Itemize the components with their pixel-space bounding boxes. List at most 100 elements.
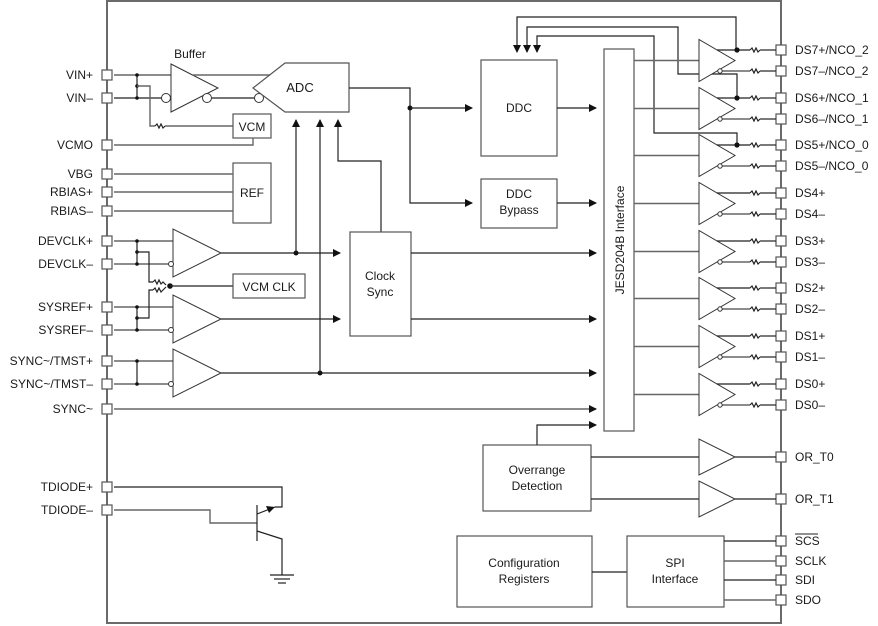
ds-driver (634, 372, 776, 417)
resistor-icon (749, 284, 761, 292)
pin-pad (775, 282, 787, 294)
ds-driver (634, 38, 776, 83)
right-pin: DS7–/NCO_2 (775, 64, 869, 78)
serdes-drivers (634, 38, 776, 417)
pin-pad (101, 504, 113, 516)
pin-label: DS6+/NCO_1 (795, 91, 869, 105)
pin-pad (775, 535, 787, 547)
pin-label: DS0– (795, 398, 825, 412)
left-pin: DEVCLK+ (38, 234, 113, 248)
right-pin: OR_T0 (775, 450, 834, 464)
pin-label: OR_T1 (795, 492, 834, 506)
pin-pad (775, 208, 787, 220)
pin-label: DS0+ (795, 377, 825, 391)
right-pin: DS5+/NCO_0 (775, 138, 869, 152)
pin-label: SDI (795, 573, 815, 587)
pin-label: SYSREF– (38, 323, 93, 337)
pin-label: DS1– (795, 350, 825, 364)
left-pin: RBIAS+ (50, 185, 113, 199)
ds-driver (634, 276, 776, 321)
pin-label: RBIAS+ (50, 185, 93, 199)
buffer-amplifier (170, 63, 220, 113)
pin-pad (775, 303, 787, 315)
driver-amplifier (698, 372, 736, 417)
pin-pad (775, 574, 787, 586)
left-pin: SYSREF– (38, 323, 113, 337)
or-t0-driver (698, 438, 737, 476)
resistor-icon (749, 353, 761, 361)
pin-label: SYSREF+ (38, 300, 93, 314)
right-pin: DS6+/NCO_1 (775, 91, 869, 105)
left-pin: SYNC~/TMST+ (10, 354, 113, 368)
pin-pad (775, 594, 787, 606)
clock-sync-label-2: Sync (367, 285, 394, 299)
pin-label: VIN– (66, 91, 93, 105)
ds-driver (634, 324, 776, 369)
pin-label: DS3+ (795, 234, 825, 248)
resistor-icon (154, 122, 166, 130)
left-pin: SYNC~/TMST– (10, 377, 113, 391)
right-pin: DS5–/NCO_0 (775, 159, 869, 173)
right-pin: DS0+ (775, 377, 825, 391)
pin-pad (775, 187, 787, 199)
vcm-clk-label: VCM CLK (242, 280, 295, 294)
resistor-icon (749, 237, 761, 245)
left-pin: RBIAS– (50, 204, 113, 218)
resistor-icon (749, 380, 761, 388)
pin-label: OR_T0 (795, 450, 834, 464)
left-pin: SYSREF+ (38, 300, 113, 314)
driver-amplifier (698, 133, 736, 178)
right-pin: DS7+/NCO_2 (775, 43, 869, 57)
pin-label: SYNC~/TMST+ (10, 354, 93, 368)
pin-label: DEVCLK+ (38, 234, 93, 248)
analog-input-section: Buffer ADC VCM REF (114, 47, 350, 224)
right-pin: DS2– (775, 302, 825, 316)
pin-pad (775, 555, 787, 567)
resistor-icon (749, 46, 761, 54)
left-pin: DEVCLK– (38, 257, 113, 271)
resistor-icon (749, 141, 761, 149)
vcm-label: VCM (239, 120, 266, 134)
driver-amplifier (698, 229, 736, 274)
left-pin: VIN+ (66, 68, 113, 82)
pin-label: VBG (68, 167, 93, 181)
driver-amplifier (698, 276, 736, 321)
left-pin: VIN– (66, 91, 113, 105)
right-pin: DS4– (775, 207, 825, 221)
clock-sync-label-1: Clock (365, 269, 396, 283)
pin-pad (101, 168, 113, 180)
left-pin: VBG (68, 167, 113, 181)
pin-pad (775, 493, 787, 505)
right-pin: SDO (775, 593, 821, 607)
pin-label: DS5+/NCO_0 (795, 138, 869, 152)
pin-label: VIN+ (66, 68, 93, 82)
pin-pad (101, 481, 113, 493)
resistor-icon (749, 210, 761, 218)
right-pin: DS3+ (775, 234, 825, 248)
clock-sync-block (349, 231, 412, 337)
right-pin: DS4+ (775, 186, 825, 200)
spi-label-2: Interface (652, 572, 699, 586)
driver-amplifier (698, 38, 736, 83)
pin-pad (775, 139, 787, 151)
ddc-label: DDC (506, 101, 532, 115)
pin-label: DS7+/NCO_2 (795, 43, 869, 57)
left-pin: VCMO (57, 138, 113, 152)
right-pin: SDI (775, 573, 815, 587)
pin-pad (101, 205, 113, 217)
pin-label: DS1+ (795, 329, 825, 343)
pin-pad (775, 44, 787, 56)
left-pin: TDIODE– (41, 503, 113, 517)
pin-pad (775, 92, 787, 104)
pin-label: SYNC~ (53, 402, 93, 416)
resistor-icon (749, 115, 761, 123)
pin-label: SCLK (795, 554, 826, 568)
resistor-icon (749, 305, 761, 313)
adc-label: ADC (286, 80, 313, 95)
pin-label: DS4– (795, 207, 825, 221)
devclk-amplifier (172, 228, 223, 278)
ds-driver (634, 181, 776, 226)
pin-pad (775, 399, 787, 411)
right-pin: DS2+ (775, 281, 825, 295)
pin-label: RBIAS– (50, 204, 93, 218)
